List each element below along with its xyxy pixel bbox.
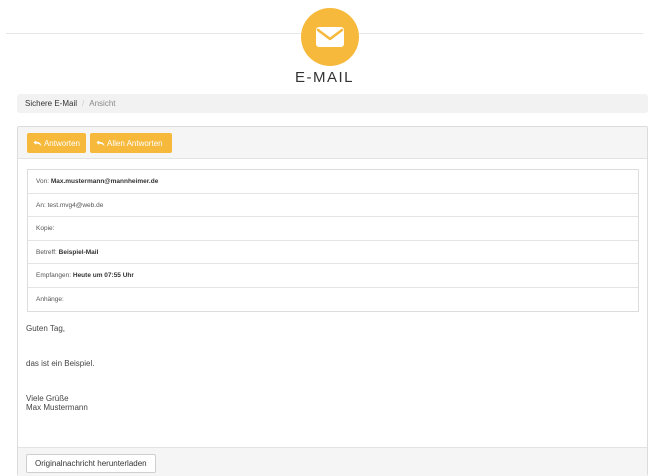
- email-body-signature: Max Mustermann: [26, 403, 88, 412]
- attachments-label: Anhänge:: [36, 295, 64, 303]
- email-header-box: Von: Max.mustermann@mannheimer.de An: te…: [27, 169, 639, 312]
- to-label: An:: [36, 201, 46, 209]
- breadcrumb-item-sichere-email[interactable]: Sichere E-Mail: [25, 99, 77, 108]
- breadcrumb-separator: /: [82, 99, 85, 108]
- reply-all-icon: [96, 140, 105, 146]
- header-row-subject: Betreff: Beispiel-Mail: [28, 241, 638, 265]
- email-body-greeting: Guten Tag,: [26, 324, 65, 333]
- envelope-icon-svg: [316, 27, 344, 47]
- received-label: Empfangen:: [36, 272, 72, 280]
- reply-all-button[interactable]: Allen Antworten: [90, 133, 172, 153]
- header-row-cc: Kopie:: [28, 217, 638, 241]
- breadcrumb-item-ansicht: Ansicht: [89, 99, 116, 108]
- header-row-from: Von: Max.mustermann@mannheimer.de: [28, 170, 638, 194]
- reply-all-button-label: Allen Antworten: [107, 138, 163, 148]
- email-body-text: das ist ein Beispiel.: [26, 359, 95, 368]
- email-panel: Antworten Allen Antworten Von: Max.muste…: [17, 126, 648, 476]
- email-toolbar: Antworten Allen Antworten: [18, 127, 647, 159]
- header-row-attachments: Anhänge:: [28, 288, 638, 312]
- subject-label: Betreff:: [36, 248, 57, 256]
- reply-button-label: Antworten: [43, 138, 80, 148]
- subject-value: Beispiel-Mail: [58, 248, 99, 256]
- header-row-to: An: test.mvg4@web.de: [28, 194, 638, 218]
- envelope-icon: [301, 8, 359, 66]
- from-label: Von:: [36, 178, 50, 185]
- header-row-received: Empfangen: Heute um 07:55 Uhr: [28, 264, 638, 288]
- download-original-button[interactable]: Originalnachricht herunterladen: [26, 454, 156, 473]
- to-value: test.mvg4@web.de: [47, 201, 104, 209]
- cc-label: Kopie:: [36, 225, 55, 233]
- breadcrumb: Sichere E-Mail / Ansicht: [17, 94, 648, 113]
- page-title: E-MAIL: [294, 69, 354, 86]
- received-value: Heute um 07:55 Uhr: [72, 272, 134, 280]
- reply-icon: [33, 140, 42, 146]
- from-value: Max.mustermann@mannheimer.de: [50, 178, 159, 185]
- reply-button[interactable]: Antworten: [27, 133, 86, 153]
